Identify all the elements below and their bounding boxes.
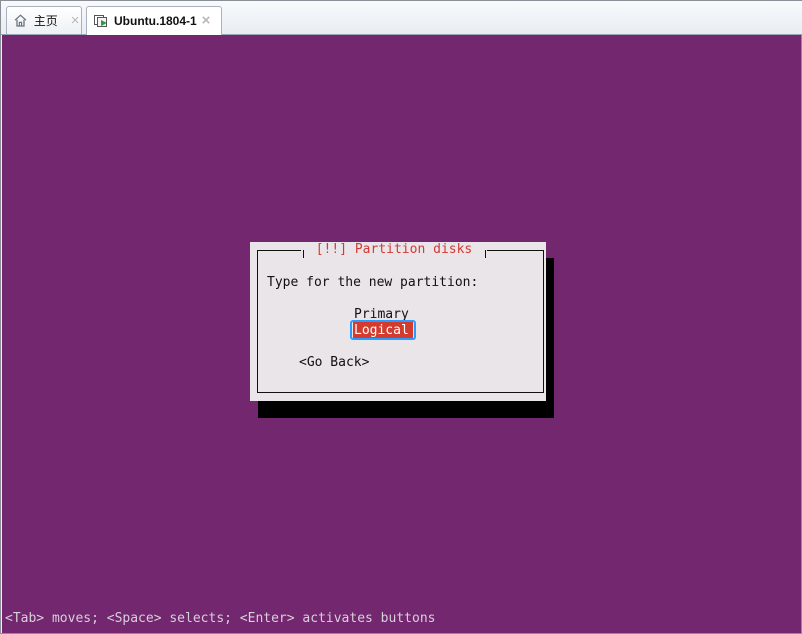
partition-type-prompt: Type for the new partition: xyxy=(267,275,479,290)
close-icon[interactable]: × xyxy=(200,13,212,28)
keyboard-help-status: <Tab> moves; <Space> selects; <Enter> ac… xyxy=(5,611,436,626)
close-icon[interactable]: × xyxy=(69,13,81,28)
partition-dialog: [!!] Partition disks Type for the new pa… xyxy=(250,242,546,401)
tab-ubuntu-vm-label: Ubuntu.1804-1 xyxy=(114,14,197,28)
installer-console[interactable]: [!!] Partition disks Type for the new pa… xyxy=(2,35,801,633)
virtual-machine-icon xyxy=(92,12,110,30)
tab-home[interactable]: 主页 × xyxy=(6,6,82,34)
dialog-title: [!!] Partition disks xyxy=(301,242,487,258)
home-icon xyxy=(12,12,30,30)
tab-bar: 主页 × Ubuntu.1804-1 × xyxy=(1,1,802,35)
tab-home-label: 主页 xyxy=(33,14,58,28)
title-right-border xyxy=(485,250,486,258)
title-left-border xyxy=(303,250,304,258)
tab-ubuntu-vm[interactable]: Ubuntu.1804-1 × xyxy=(86,6,222,35)
logical-partition-option[interactable]: Logical xyxy=(354,323,409,339)
go-back-button[interactable]: <Go Back> xyxy=(299,355,369,371)
vmware-window: 主页 × Ubuntu.1804-1 × [!!] Partition disk… xyxy=(0,0,802,634)
